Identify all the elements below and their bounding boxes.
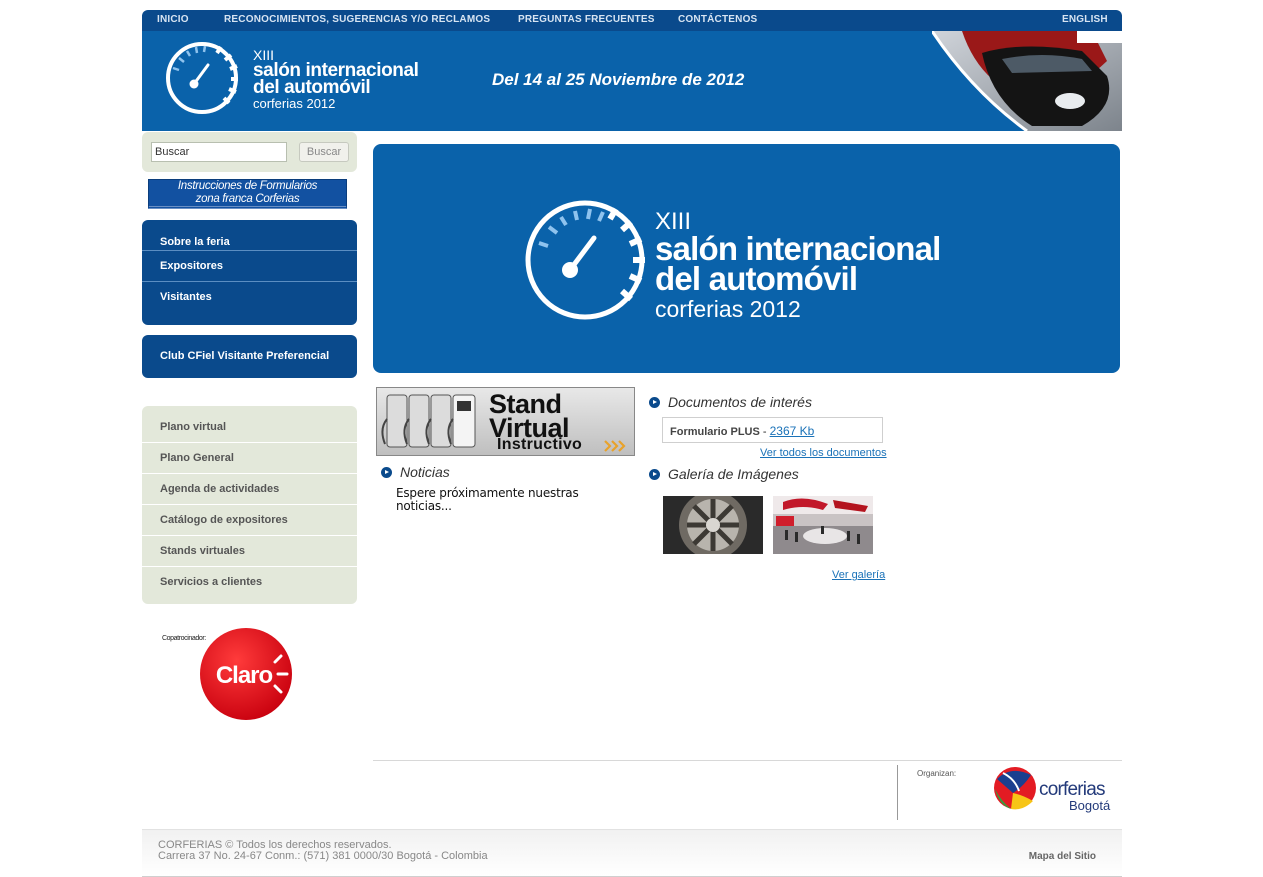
documentos-bullet-icon bbox=[649, 397, 660, 408]
footer-address: Carrera 37 No. 24-67 Conm.: (571) 381 00… bbox=[158, 850, 488, 862]
exhibition-photo-icon bbox=[773, 496, 873, 554]
secondary-menu: Plano virtual Plano General Agenda de ac… bbox=[142, 406, 357, 604]
menu-item-agenda[interactable]: Agenda de actividades bbox=[142, 474, 357, 505]
instructions-banner[interactable]: Instrucciones de Formularios zona franca… bbox=[148, 179, 347, 209]
sponsor-claro[interactable]: Copatrocinador: Claro bbox=[160, 625, 300, 725]
sitemap-link[interactable]: Mapa del Sitio bbox=[1029, 851, 1096, 862]
nav-reclamos[interactable]: RECONOCIMIENTOS, SUGERENCIAS Y/O RECLAMO… bbox=[224, 14, 490, 25]
search-input[interactable] bbox=[151, 142, 287, 162]
wheel-photo-icon bbox=[663, 496, 763, 554]
logo-line2: del automóvil bbox=[253, 77, 371, 98]
main-menu: Sobre la feria Expositores Visitantes bbox=[142, 220, 357, 325]
fuel-pump-icon bbox=[381, 394, 476, 448]
noticias-text: Espere próximamente nuestras noticias... bbox=[396, 486, 579, 513]
footer-divider bbox=[373, 760, 1122, 761]
menu-item-visitantes[interactable]: Visitantes bbox=[142, 282, 357, 313]
document-name: Formulario PLUS bbox=[670, 426, 760, 438]
view-gallery-link[interactable]: Ver galería bbox=[832, 569, 885, 581]
event-dates: Del 14 al 25 Noviembre de 2012 bbox=[492, 70, 745, 89]
club-cfiel-button[interactable]: Club CFiel Visitante Preferencial bbox=[142, 335, 357, 378]
organizer-divider bbox=[897, 765, 898, 820]
speedometer-logo-icon bbox=[166, 42, 238, 114]
instructions-line1: Instrucciones de Formularios bbox=[177, 180, 318, 192]
claro-logo-text: Claro bbox=[216, 662, 273, 689]
stand-virtual-banner[interactable]: Stand Virtual Instructivo bbox=[376, 387, 635, 456]
hero-line2: del automóvil bbox=[655, 260, 858, 297]
top-navigation: INICIO RECONOCIMIENTOS, SUGERENCIAS Y/O … bbox=[142, 10, 1122, 31]
galeria-title: Galería de Imágenes bbox=[668, 466, 799, 482]
nav-inicio[interactable]: INICIO bbox=[157, 14, 189, 25]
document-size-link[interactable]: 2367 Kb bbox=[770, 424, 815, 438]
gallery-thumb-wheel[interactable] bbox=[663, 496, 763, 554]
search-box: Buscar bbox=[142, 132, 357, 172]
hero-line3: corferias 2012 bbox=[655, 296, 801, 322]
search-button[interactable]: Buscar bbox=[299, 142, 349, 162]
hero-logo-text: XIII salón internacional del automóvil c… bbox=[655, 210, 941, 324]
corferias-logo[interactable]: corferias Bogotá bbox=[993, 765, 1118, 815]
gallery-thumb-exhibition[interactable] bbox=[773, 496, 873, 554]
logo-line3: corferias 2012 bbox=[253, 96, 336, 111]
nav-contactenos[interactable]: CONTÁCTENOS bbox=[678, 14, 757, 25]
documentos-title: Documentos de interés bbox=[668, 394, 812, 410]
chevrons-right-icon bbox=[604, 440, 626, 452]
corferias-logo-city: Bogotá bbox=[1069, 798, 1111, 813]
menu-item-sobre-la-feria[interactable]: Sobre la feria bbox=[142, 220, 357, 251]
corferias-logo-icon: corferias Bogotá bbox=[994, 767, 1111, 813]
noticias-bullet-icon bbox=[381, 467, 392, 478]
document-row: Formulario PLUS - 2367 Kb bbox=[662, 417, 883, 443]
stand-title-line3: Instructivo bbox=[497, 436, 583, 453]
menu-item-plano-general[interactable]: Plano General bbox=[142, 443, 357, 474]
menu-item-expositores[interactable]: Expositores bbox=[142, 251, 357, 282]
nav-preguntas[interactable]: PREGUNTAS FRECUENTES bbox=[518, 14, 655, 25]
instructions-line2: zona franca Corferias bbox=[195, 193, 300, 205]
menu-item-catalogo[interactable]: Catálogo de expositores bbox=[142, 505, 357, 536]
hero-banner[interactable]: XIII salón internacional del automóvil c… bbox=[373, 144, 1120, 373]
menu-item-servicios[interactable]: Servicios a clientes bbox=[142, 567, 357, 598]
menu-item-stands-virtuales[interactable]: Stands virtuales bbox=[142, 536, 357, 567]
nav-english[interactable]: ENGLISH bbox=[1062, 14, 1108, 25]
noticias-title: Noticias bbox=[400, 464, 450, 480]
view-all-documents-link[interactable]: Ver todos los documentos bbox=[760, 447, 887, 459]
claro-logo-icon: Claro bbox=[200, 628, 292, 720]
menu-item-plano-virtual[interactable]: Plano virtual bbox=[142, 412, 357, 443]
footer: CORFERIAS © Todos los derechos reservado… bbox=[142, 829, 1122, 877]
hero-speedometer-icon bbox=[525, 200, 645, 320]
header-banner: XIII salón internacional del automóvil c… bbox=[142, 31, 1122, 131]
car-photo-icon bbox=[932, 31, 1122, 131]
galeria-bullet-icon bbox=[649, 469, 660, 480]
organizer-label: Organizan: bbox=[917, 769, 957, 778]
corferias-logo-text: corferias bbox=[1039, 779, 1105, 800]
document-separator: - bbox=[759, 426, 770, 438]
header-logo-text[interactable]: XIII salón internacional del automóvil c… bbox=[253, 48, 419, 111]
